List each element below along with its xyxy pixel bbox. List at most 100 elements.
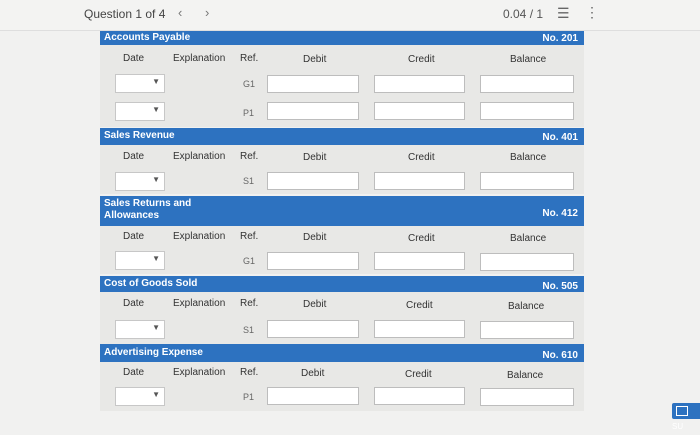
submit-icon: [676, 405, 688, 416]
account-sales-revenue: Sales Revenue No. 401 Date Explanation R…: [100, 128, 584, 194]
column-explanation: Explanation: [173, 53, 226, 64]
column-balance: Balance: [510, 54, 547, 65]
column-explanation: Explanation: [173, 367, 226, 378]
debit-input[interactable]: [267, 252, 359, 270]
debit-input[interactable]: [267, 387, 359, 405]
account-header: Accounts Payable No. 201: [100, 31, 584, 45]
account-number: No. 201: [542, 33, 578, 44]
credit-input[interactable]: [374, 172, 465, 190]
account-number: No. 505: [542, 281, 578, 292]
debit-input[interactable]: [267, 102, 359, 120]
previous-question-icon[interactable]: ‹: [178, 5, 182, 20]
credit-input[interactable]: [374, 75, 465, 93]
chevron-down-icon: ▼: [152, 254, 160, 263]
date-select[interactable]: ▼: [115, 102, 165, 121]
balance-input[interactable]: [480, 172, 574, 190]
points-score: 0.04 / 1: [503, 7, 544, 21]
debit-input[interactable]: [267, 75, 359, 93]
balance-input[interactable]: [480, 388, 574, 406]
column-credit: Credit: [405, 369, 432, 380]
submit-button[interactable]: SU: [672, 403, 700, 431]
column-date: Date: [123, 231, 145, 242]
account-name: Sales Revenue: [104, 130, 175, 141]
submit-label: SU: [672, 422, 684, 431]
ledger-row: ▼ G1: [100, 74, 584, 100]
chevron-down-icon: ▼: [152, 175, 160, 184]
column-date: Date: [123, 53, 145, 64]
date-select[interactable]: ▼: [115, 387, 165, 406]
ref-value: G1: [243, 256, 256, 266]
account-header: Sales Revenue No. 401: [100, 128, 584, 145]
column-date: Date: [123, 151, 145, 162]
column-credit: Credit: [408, 152, 435, 163]
account-header: Cost of Goods Sold No. 505: [100, 276, 584, 292]
balance-input[interactable]: [480, 321, 574, 339]
column-credit: Credit: [408, 54, 435, 65]
top-bar: Question 1 of 4 ‹ › 0.04 / 1 ☰ ⋮: [0, 0, 700, 31]
column-ref: Ref.: [240, 53, 259, 64]
ref-value: G1: [243, 79, 256, 89]
column-debit: Debit: [303, 299, 327, 310]
ledger-row: ▼ P1: [100, 100, 584, 126]
account-advertising-expense: Advertising Expense No. 610 Date Explana…: [100, 344, 584, 411]
column-debit: Debit: [303, 152, 327, 163]
account-number: No. 610: [542, 350, 578, 361]
date-select[interactable]: ▼: [115, 251, 165, 270]
column-ref: Ref.: [240, 298, 259, 309]
account-cost-of-goods-sold: Cost of Goods Sold No. 505 Date Explanat…: [100, 276, 584, 344]
account-header: Sales Returns and Allowances No. 412: [100, 196, 584, 226]
chevron-down-icon: ▼: [152, 105, 160, 114]
chevron-down-icon: ▼: [152, 77, 160, 86]
column-debit: Debit: [301, 368, 325, 379]
account-name: Cost of Goods Sold: [104, 278, 198, 289]
account-sales-returns-allowances: Sales Returns and Allowances No. 412 Dat…: [100, 196, 584, 274]
column-debit: Debit: [303, 54, 327, 65]
ref-value: S1: [243, 176, 255, 186]
credit-input[interactable]: [374, 252, 465, 270]
question-counter: Question 1 of 4: [84, 7, 166, 21]
column-ref: Ref.: [240, 151, 259, 162]
column-balance: Balance: [507, 370, 544, 381]
ref-value: P1: [243, 392, 255, 402]
balance-input[interactable]: [480, 253, 574, 271]
more-options-icon[interactable]: ⋮: [585, 4, 599, 21]
date-select[interactable]: ▼: [115, 172, 165, 191]
column-date: Date: [123, 298, 145, 309]
account-name-line-1: Sales Returns and: [104, 198, 192, 209]
credit-input[interactable]: [374, 387, 465, 405]
account-name-line-2: Allowances: [104, 210, 160, 221]
ref-value: P1: [243, 108, 255, 118]
debit-input[interactable]: [267, 320, 359, 338]
account-header: Advertising Expense No. 610: [100, 344, 584, 362]
account-name: Accounts Payable: [104, 32, 191, 43]
column-balance: Balance: [510, 233, 547, 244]
chevron-down-icon: ▼: [152, 323, 160, 332]
column-credit: Credit: [408, 233, 435, 244]
date-select[interactable]: ▼: [115, 320, 165, 339]
account-name: Advertising Expense: [104, 347, 203, 358]
column-date: Date: [123, 367, 145, 378]
date-select[interactable]: ▼: [115, 74, 165, 93]
column-ref: Ref.: [240, 367, 259, 378]
column-balance: Balance: [508, 301, 545, 312]
credit-input[interactable]: [374, 320, 465, 338]
column-explanation: Explanation: [173, 298, 226, 309]
list-icon[interactable]: ☰: [557, 5, 570, 22]
debit-input[interactable]: [267, 172, 359, 190]
account-number: No. 401: [542, 132, 578, 143]
credit-input[interactable]: [374, 102, 465, 120]
column-balance: Balance: [510, 152, 547, 163]
balance-input[interactable]: [480, 102, 574, 120]
ledger-row: ▼ S1: [100, 319, 584, 345]
ref-value: S1: [243, 325, 255, 335]
column-credit: Credit: [406, 300, 433, 311]
column-debit: Debit: [303, 232, 327, 243]
column-ref: Ref.: [240, 231, 259, 242]
account-number: No. 412: [542, 208, 578, 219]
ledger-row: ▼ S1: [100, 170, 584, 196]
balance-input[interactable]: [480, 75, 574, 93]
column-explanation: Explanation: [173, 151, 226, 162]
chevron-down-icon: ▼: [152, 390, 160, 399]
ledger-row: ▼ P1: [100, 386, 584, 412]
next-question-icon[interactable]: ›: [205, 5, 209, 20]
